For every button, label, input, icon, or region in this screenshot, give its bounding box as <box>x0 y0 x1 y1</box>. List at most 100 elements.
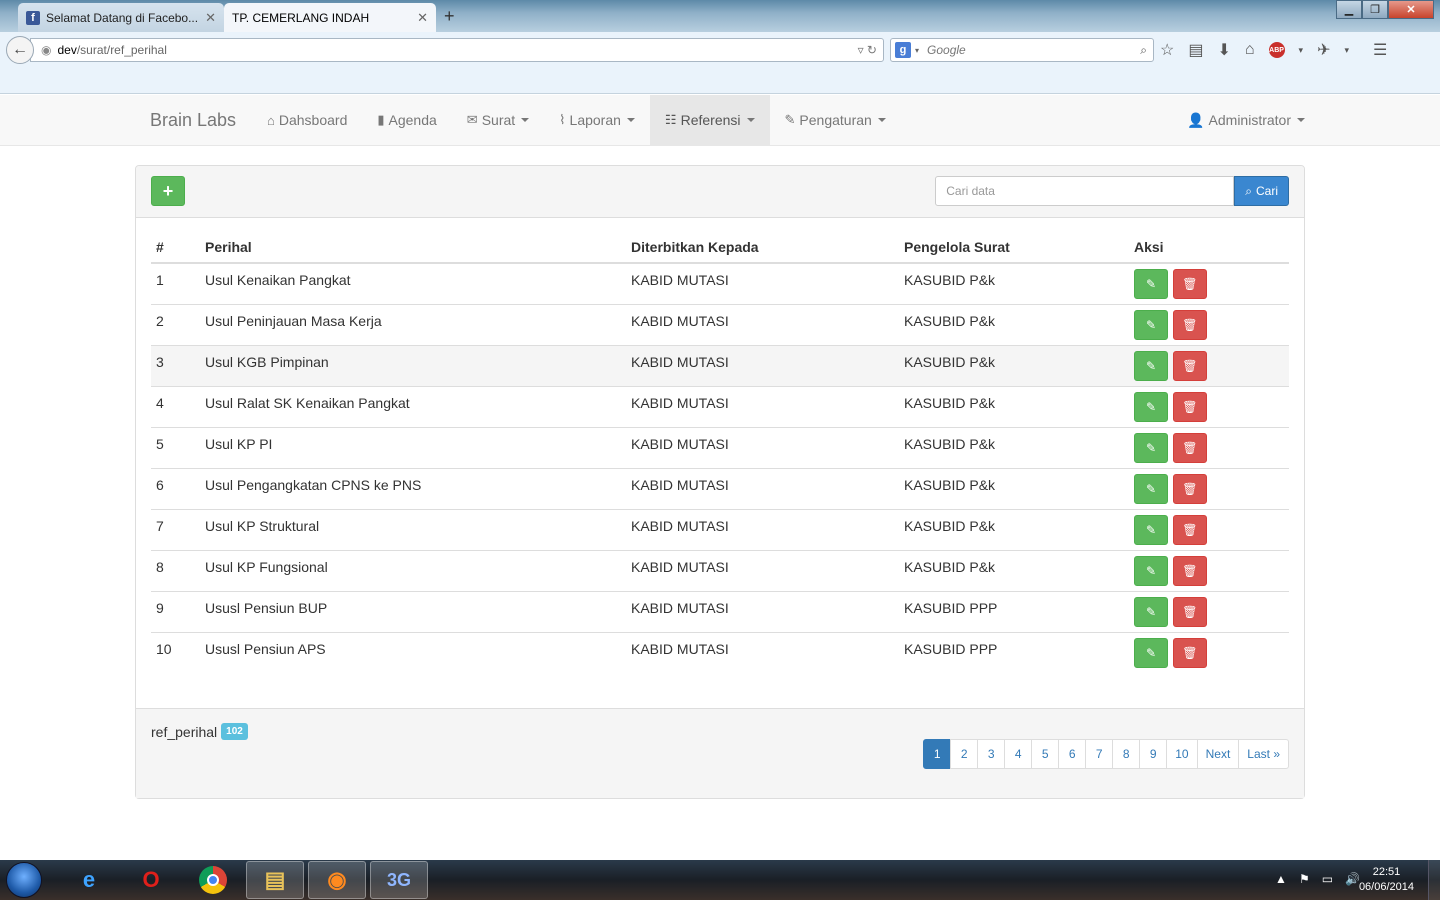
aksi-cell: ✎ 🗑 <box>1129 590 1289 632</box>
delete-button[interactable]: 🗑 <box>1172 269 1207 299</box>
paperclip-icon: ⌇ <box>559 112 566 127</box>
new-tab-button[interactable]: + <box>444 6 455 27</box>
column-header: # <box>151 232 200 264</box>
page-link[interactable]: 10 <box>1166 739 1198 769</box>
3g-modem-icon[interactable]: 3G <box>370 861 428 899</box>
user-name: Administrator <box>1208 112 1291 128</box>
tray-arrow-icon[interactable]: ▲ <box>1275 872 1287 886</box>
page-link[interactable]: 9 <box>1139 739 1168 769</box>
search-input[interactable] <box>935 176 1235 206</box>
delete-button[interactable]: 🗑 <box>1172 637 1207 668</box>
action-center-icon[interactable]: ⚑ <box>1299 872 1310 886</box>
page-link[interactable]: 7 <box>1085 739 1114 769</box>
page-link[interactable]: Next <box>1196 739 1240 769</box>
edit-button[interactable]: ✎ <box>1134 514 1168 545</box>
search-button[interactable]: ⌕ Cari <box>1234 176 1289 206</box>
maximize-button[interactable]: ❐ <box>1362 0 1388 19</box>
delete-button[interactable]: 🗑 <box>1172 309 1207 340</box>
caret-down-icon <box>1297 118 1305 122</box>
nav-surat[interactable]: ✉ Surat <box>452 95 544 145</box>
globe-icon: ◉ <box>41 43 52 57</box>
nav-pengaturan[interactable]: ✎ Pengaturan <box>770 95 901 145</box>
brand-logo[interactable]: Brain Labs <box>150 110 236 131</box>
nav-laporan[interactable]: ⌇ Laporan <box>544 95 650 145</box>
user-menu[interactable]: 👤 Administrator <box>1187 95 1305 145</box>
back-button[interactable]: ← <box>6 36 34 64</box>
delete-button[interactable]: 🗑 <box>1172 514 1207 545</box>
column-header: Perihal <box>200 232 626 264</box>
delete-button[interactable]: 🗑 <box>1172 432 1207 463</box>
panel-heading: + ⌕ Cari <box>136 166 1304 218</box>
reload-icon[interactable]: ▿ ↻ <box>858 43 877 57</box>
trash-icon: 🗑 <box>1182 399 1198 414</box>
internet-explorer-icon[interactable]: e <box>60 861 118 899</box>
user-icon: 👤 <box>1187 111 1205 128</box>
delete-button[interactable]: 🗑 <box>1172 596 1207 627</box>
trash-icon: 🗑 <box>1182 522 1198 537</box>
clock[interactable]: 22:51 06/06/2014 <box>1359 865 1414 895</box>
delete-button[interactable]: 🗑 <box>1172 350 1207 381</box>
menu-icon[interactable]: ☰ <box>1373 40 1387 60</box>
page-link[interactable]: 4 <box>1004 739 1033 769</box>
page-link[interactable]: 6 <box>1058 739 1087 769</box>
delete-button[interactable]: 🗑 <box>1172 391 1207 422</box>
nav-referensi[interactable]: ☷ Referensi <box>649 95 770 145</box>
nav-dashboard[interactable]: ⌂ Dahsboard <box>252 95 362 145</box>
page-link[interactable]: 8 <box>1112 739 1141 769</box>
page-link[interactable]: 3 <box>977 739 1006 769</box>
clock-date: 06/06/2014 <box>1358 881 1414 893</box>
download-icon[interactable]: ⬇ <box>1217 40 1230 60</box>
nav-agenda[interactable]: ▮ Agenda <box>362 95 451 145</box>
edit-button[interactable]: ✎ <box>1134 596 1168 627</box>
url-path: /surat/ref_perihal <box>76 43 167 57</box>
edit-button[interactable]: ✎ <box>1134 309 1168 340</box>
edit-button[interactable]: ✎ <box>1134 269 1168 299</box>
page-link[interactable]: Last » <box>1238 739 1289 769</box>
aksi-cell: ✎ 🗑 <box>1129 467 1289 509</box>
opera-icon[interactable]: O <box>122 861 180 899</box>
delete-button[interactable]: 🗑 <box>1172 555 1207 586</box>
edit-button[interactable]: ✎ <box>1134 350 1168 381</box>
edit-button[interactable]: ✎ <box>1134 555 1168 586</box>
delete-button[interactable]: 🗑 <box>1172 473 1207 504</box>
volume-icon[interactable]: 🔊 <box>1345 872 1360 886</box>
chevron-down-icon[interactable]: ▾ <box>1344 45 1349 56</box>
browser-search-box[interactable]: g ▾ Google ⌕ <box>890 38 1154 62</box>
app-navbar: Brain Labs ⌂ Dahsboard ▮ Agenda ✉ Surat … <box>0 95 1440 146</box>
page-link[interactable]: 2 <box>950 739 979 769</box>
url-bar[interactable]: ◉ dev /surat/ref_perihal ▿ ↻ <box>30 38 884 62</box>
trash-icon: 🗑 <box>1182 317 1198 332</box>
edit-button[interactable]: ✎ <box>1134 637 1168 668</box>
add-button[interactable]: + <box>151 176 185 206</box>
browser-toolbar-icons: ☆ ▤ ⬇ ⌂ ABP ▾ ✈ ▾ ☰ <box>1160 40 1387 60</box>
browser-tab-facebook[interactable]: f Selamat Datang di Facebo... ✕ <box>18 3 224 32</box>
chrome-icon[interactable] <box>184 861 242 899</box>
chevron-down-icon[interactable]: ▾ <box>1299 45 1304 56</box>
firefox-icon[interactable]: ◉ <box>308 861 366 899</box>
addon-icon[interactable]: ✈ <box>1317 40 1330 60</box>
close-tab-icon[interactable]: ✕ <box>205 10 216 26</box>
network-icon[interactable]: ▭ <box>1322 872 1333 886</box>
close-window-button[interactable]: ✕ <box>1388 0 1434 19</box>
show-desktop-button[interactable] <box>1428 860 1440 900</box>
minimize-button[interactable]: ▁ <box>1336 0 1362 19</box>
start-button[interactable] <box>6 862 42 898</box>
close-tab-icon[interactable]: ✕ <box>417 10 428 26</box>
row-number: 10 <box>151 631 200 673</box>
file-explorer-icon[interactable]: ▤ <box>246 861 304 899</box>
page-link[interactable]: 5 <box>1031 739 1060 769</box>
adblock-icon[interactable]: ABP <box>1268 42 1285 58</box>
browser-tab-active[interactable]: TP. CEMERLANG INDAH ✕ <box>224 3 436 32</box>
table-row: 5 Usul KP PI KABID MUTASI KASUBID P&k ✎ 🗑 <box>151 426 1289 468</box>
edit-button[interactable]: ✎ <box>1134 391 1168 422</box>
row-number: 6 <box>151 467 200 509</box>
search-icon[interactable]: ⌕ <box>1140 43 1147 58</box>
bookmark-star-icon[interactable]: ☆ <box>1160 40 1174 60</box>
edit-button[interactable]: ✎ <box>1134 432 1168 463</box>
chevron-down-icon[interactable]: ▾ <box>915 46 919 55</box>
page-link[interactable]: 1 <box>923 739 952 769</box>
nav-label: Pengaturan <box>799 112 872 128</box>
bookmarks-icon[interactable]: ▤ <box>1188 40 1203 60</box>
edit-button[interactable]: ✎ <box>1134 473 1168 504</box>
home-icon[interactable]: ⌂ <box>1245 41 1255 59</box>
